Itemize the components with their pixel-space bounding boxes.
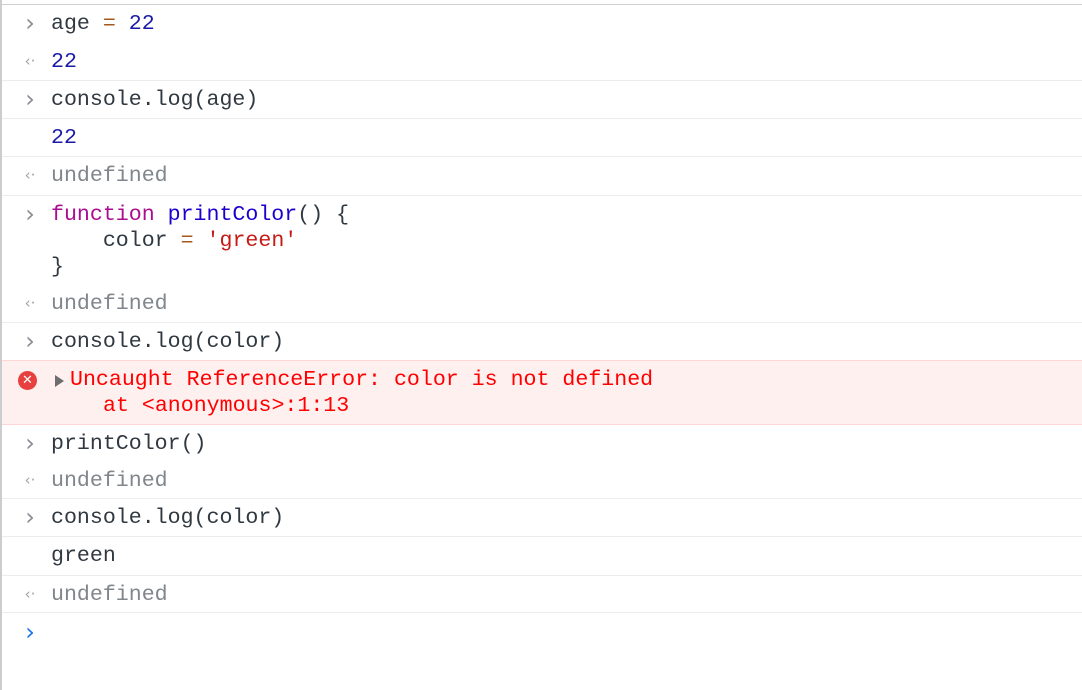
- token-plain: age: [51, 12, 103, 36]
- token-undef: undefined: [51, 583, 168, 607]
- code-line: undefined: [51, 582, 168, 608]
- console-log-entry: green: [2, 537, 1082, 576]
- token-plain: printColor(): [51, 432, 207, 456]
- return-arrow-icon: ‹·: [24, 294, 36, 312]
- token-plain: }: [51, 255, 64, 279]
- token-plain: console.log(age): [51, 88, 259, 112]
- code-line: undefined: [51, 163, 168, 189]
- token-op: =: [102, 12, 116, 36]
- token-undef: undefined: [51, 469, 168, 493]
- console-result-entry: ‹· undefined: [2, 462, 1082, 499]
- token-undef: undefined: [51, 164, 168, 188]
- chevron-right-icon: ›: [25, 503, 35, 531]
- console-input-entry: › console.log(color): [2, 499, 1082, 537]
- token-undef: undefined: [51, 292, 168, 316]
- chevron-right-icon: ›: [25, 85, 35, 113]
- token-plain: green: [51, 544, 116, 568]
- token-str: 'green': [206, 229, 298, 253]
- token-plain: color: [51, 229, 181, 253]
- console-input-entry: › console.log(color): [2, 323, 1082, 360]
- console-log-entry: 22: [2, 119, 1082, 157]
- code-line: 22: [51, 49, 77, 75]
- console-result-entry: ‹· undefined: [2, 285, 1082, 323]
- code-line: printColor(): [51, 431, 207, 457]
- token-kw: function: [51, 203, 155, 227]
- expand-triangle-icon[interactable]: [55, 375, 64, 387]
- token-num: 22: [51, 50, 77, 74]
- code-line: 22: [51, 125, 77, 151]
- code-line: }: [51, 254, 64, 280]
- error-message: ✕ Uncaught ReferenceError: color is not d…: [2, 360, 1082, 425]
- token-num: 22: [128, 12, 155, 36]
- token-def: printColor: [167, 203, 298, 227]
- token-plain: console.log(color): [51, 506, 285, 530]
- prompt-icon: ›: [25, 618, 35, 646]
- console-input-entry: › printColor(): [2, 425, 1082, 462]
- error-icon: ✕: [18, 371, 37, 390]
- console-messages: › age = 22 ‹· 22 › console.log(age) 22 ‹· undefi…: [2, 5, 1082, 613]
- code-line: console.log(color): [51, 329, 284, 355]
- chevron-right-icon: ›: [25, 9, 35, 37]
- console-input-entry: › age = 22: [2, 5, 1082, 43]
- code-line: green: [51, 543, 116, 569]
- code-line: age = 22: [51, 11, 155, 37]
- code-line: console.log(age): [51, 87, 258, 113]
- token-num: 22: [51, 126, 77, 150]
- devtools-console: › age = 22 ‹· 22 › console.log(age) 22 ‹· undefi…: [0, 0, 1082, 690]
- error-stack: at <anonymous>:1:13: [103, 394, 350, 418]
- code-line: undefined: [51, 468, 168, 494]
- code-line: console.log(color): [51, 505, 284, 531]
- error-text: Uncaught ReferenceError: color is not de…: [70, 368, 654, 392]
- return-arrow-icon: ‹·: [24, 585, 36, 603]
- code-line: color = 'green': [51, 228, 297, 254]
- console-result-entry: ‹· 22: [2, 43, 1082, 81]
- return-arrow-icon: ‹·: [24, 166, 36, 184]
- console-input-entry: › function printColor() { color = 'green'…: [2, 196, 1082, 285]
- console-result-entry: ‹· undefined: [2, 576, 1082, 613]
- token-plain: console.log(color): [51, 330, 285, 354]
- chevron-right-icon: ›: [25, 429, 35, 457]
- return-arrow-icon: ‹·: [24, 471, 36, 489]
- code-line: undefined: [51, 291, 168, 317]
- chevron-right-icon: ›: [25, 327, 35, 355]
- console-prompt[interactable]: ›: [2, 613, 1082, 653]
- code-line: function printColor() {: [51, 202, 349, 228]
- chevron-right-icon: ›: [25, 200, 35, 228]
- return-arrow-icon: ‹·: [24, 52, 36, 70]
- console-result-entry: ‹· undefined: [2, 157, 1082, 196]
- token-op: =: [180, 229, 194, 253]
- console-input-entry: › console.log(age): [2, 81, 1082, 119]
- token-plain: () {: [297, 203, 350, 227]
